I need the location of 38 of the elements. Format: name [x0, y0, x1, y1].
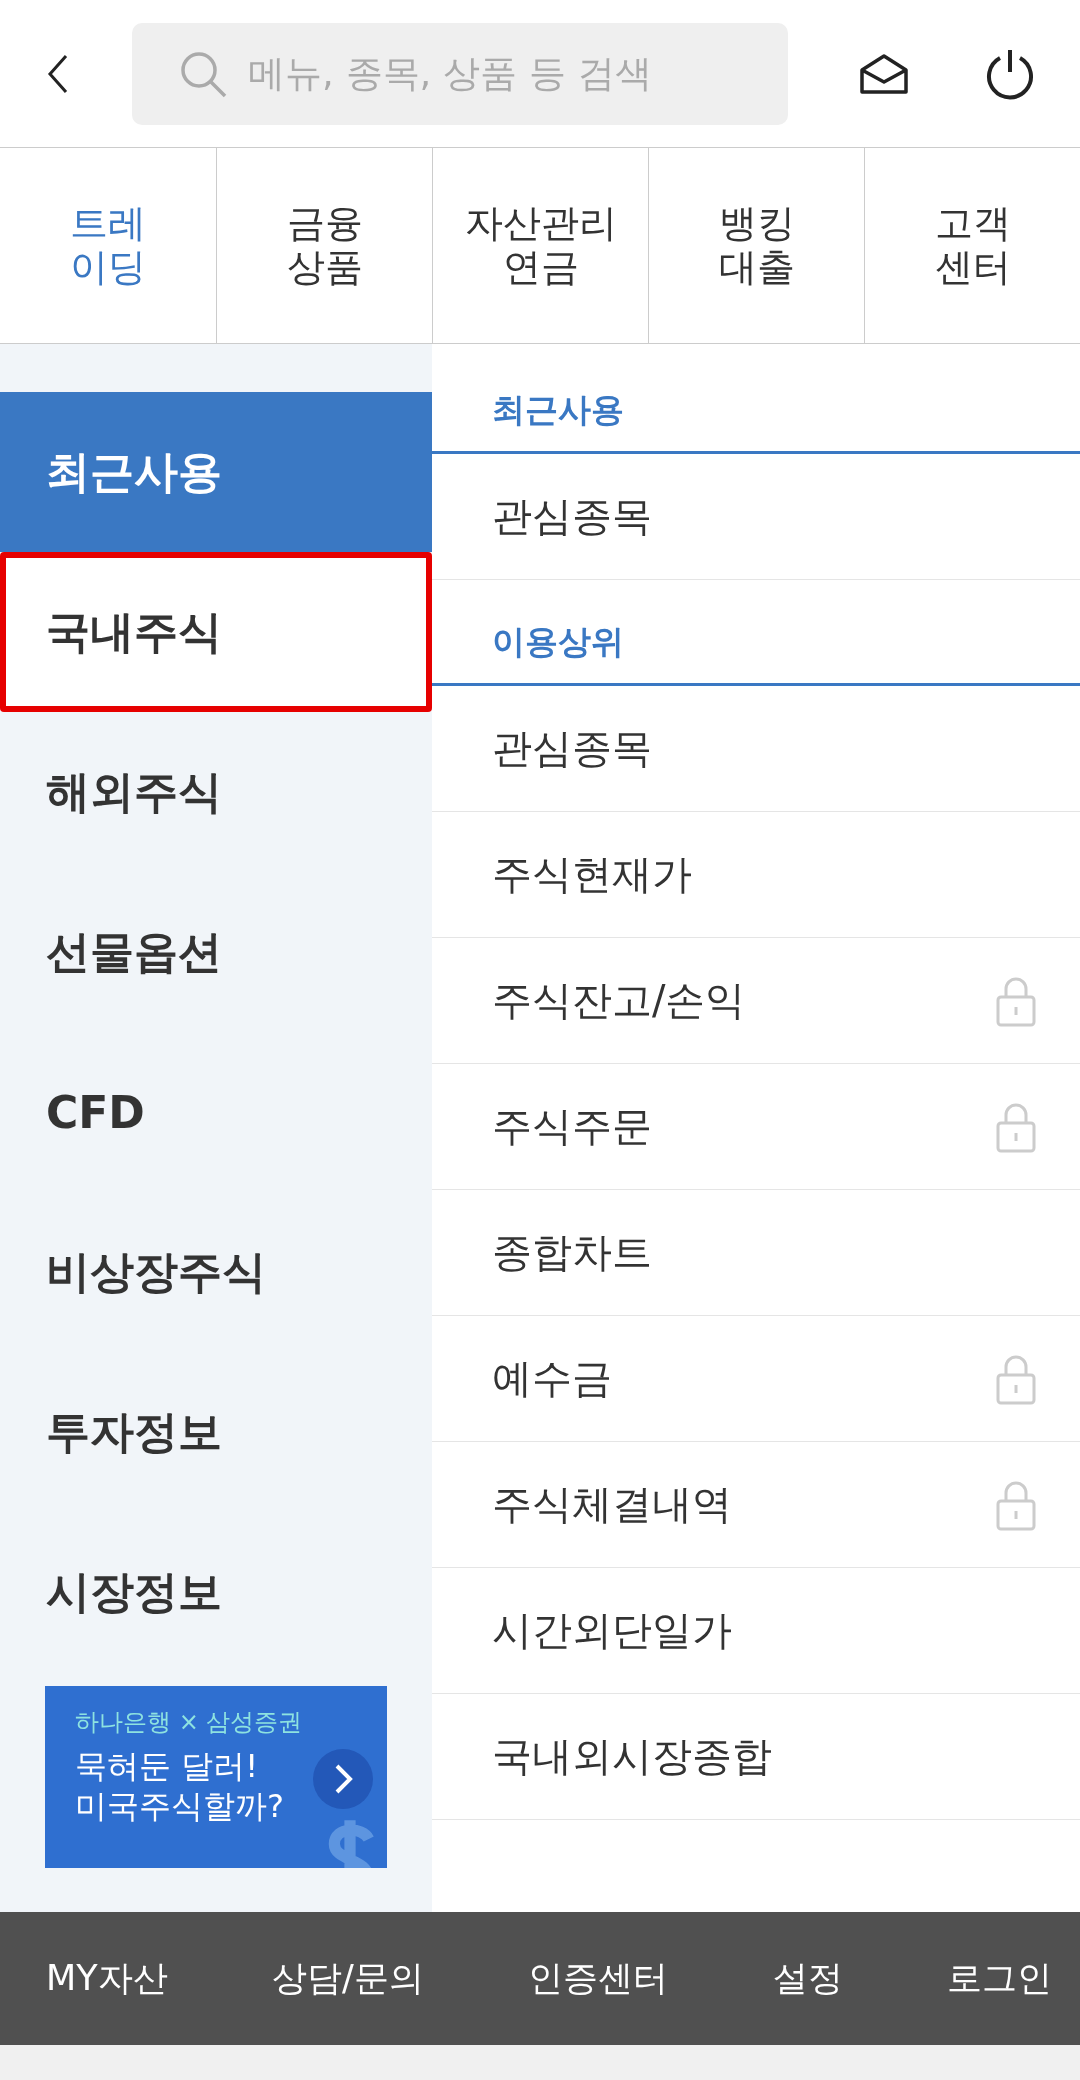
menu-item[interactable]: 시간외단일가	[432, 1568, 1080, 1694]
menu-tab[interactable]: 고객 센터	[864, 148, 1080, 343]
back-icon[interactable]	[46, 53, 70, 94]
menu-item[interactable]: 국내외시장종합	[432, 1694, 1080, 1820]
menu-item[interactable]: 예수금	[432, 1316, 1080, 1442]
menu-tab[interactable]: 트레 이딩	[0, 148, 216, 343]
banner-headline: 묵혀둔 달러! 미국주식할까?	[75, 1746, 284, 1826]
menu-item[interactable]: 관심종목	[432, 454, 1080, 580]
banner-brand: 하나은행 × 삼성증권	[75, 1707, 303, 1738]
mail-icon[interactable]	[858, 51, 910, 96]
menu-tab[interactable]: 뱅킹 대출	[648, 148, 864, 343]
category-item[interactable]: 해외주식	[0, 712, 432, 872]
category-item[interactable]: 선물옵션	[0, 872, 432, 1032]
category-item[interactable]: 국내주식	[0, 552, 432, 712]
category-item[interactable]: 비상장주식	[0, 1192, 432, 1352]
menu-item[interactable]: 주식주문	[432, 1064, 1080, 1190]
bottom-link[interactable]: 로그인	[947, 1955, 1052, 2002]
category-item[interactable]: 최근사용	[0, 392, 432, 552]
menu-item[interactable]: 종합차트	[432, 1190, 1080, 1316]
menu-item[interactable]: 관심종목	[432, 686, 1080, 812]
category-item[interactable]: 투자정보	[0, 1352, 432, 1512]
menu-item[interactable]: 주식현재가	[432, 812, 1080, 938]
bottom-link[interactable]: MY자산	[46, 1955, 168, 2002]
menu-item[interactable]: 주식잔고/손익	[432, 938, 1080, 1064]
search-field[interactable]: 메뉴, 종목, 상품 등 검색	[132, 22, 788, 125]
menu-tab[interactable]: 금융 상품	[216, 148, 432, 343]
menu-tab[interactable]: 자산관리 연금	[432, 148, 648, 343]
section-title: 이용상위	[432, 620, 1080, 686]
promo-banner[interactable]: 하나은행 × 삼성증권 묵혀둔 달러! 미국주식할까?	[45, 1686, 387, 1868]
category-item[interactable]: 시장정보	[0, 1512, 432, 1672]
menu-item[interactable]: 주식체결내역	[432, 1442, 1080, 1568]
bottom-link[interactable]: 상담/문의	[272, 1955, 424, 2002]
bottom-link[interactable]: 인증센터	[528, 1955, 669, 2002]
section-title: 최근사용	[432, 388, 1080, 454]
arrow-button-icon[interactable]	[313, 1749, 373, 1809]
category-item[interactable]: CFD	[0, 1032, 432, 1192]
power-icon[interactable]	[984, 47, 1036, 100]
bottom-link[interactable]: 설정	[772, 1955, 843, 2002]
